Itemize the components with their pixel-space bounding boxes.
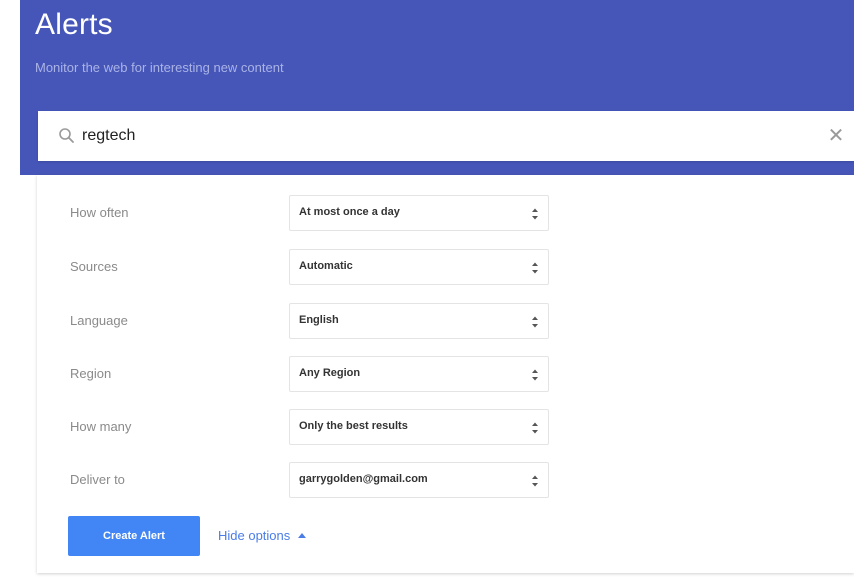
chevron-up-down-icon <box>531 207 539 221</box>
option-row-region: Region Any Region <box>37 355 854 395</box>
create-alert-button[interactable]: Create Alert <box>68 516 200 556</box>
option-value-sources: Automatic <box>299 260 353 272</box>
option-label-deliver-to: Deliver to <box>70 472 125 487</box>
how-many-select[interactable]: Only the best results <box>289 409 549 445</box>
option-row-how-many: How many Only the best results <box>37 408 854 448</box>
chevron-up-down-icon <box>531 261 539 275</box>
hide-options-link[interactable]: Hide options <box>218 528 307 543</box>
option-value-how-many: Only the best results <box>299 420 408 432</box>
chevron-up-down-icon <box>531 474 539 488</box>
page-title: Alerts <box>35 8 113 41</box>
deliver-to-select[interactable]: garrygolden@gmail.com <box>289 462 549 498</box>
option-row-sources: Sources Automatic <box>37 248 854 288</box>
option-label-how-often: How often <box>70 205 129 220</box>
option-value-how-often: At most once a day <box>299 206 400 218</box>
chevron-up-down-icon <box>531 368 539 382</box>
option-label-language: Language <box>70 313 128 328</box>
caret-up-icon <box>298 533 307 538</box>
option-row-how-often: How often At most once a day <box>37 194 854 234</box>
option-row-language: Language English <box>37 302 854 342</box>
search-bar: ✕ <box>38 111 854 161</box>
alerts-page: Alerts Monitor the web for interesting n… <box>0 0 854 583</box>
option-value-region: Any Region <box>299 367 361 379</box>
close-icon[interactable]: ✕ <box>824 124 848 148</box>
how-often-select[interactable]: At most once a day <box>289 195 549 231</box>
option-value-language: English <box>299 314 339 326</box>
option-label-region: Region <box>70 366 112 381</box>
option-value-deliver-to: garrygolden@gmail.com <box>299 473 428 485</box>
option-row-deliver-to: Deliver to garrygolden@gmail.com <box>37 461 854 501</box>
page-subtitle: Monitor the web for interesting new cont… <box>35 60 284 75</box>
search-input[interactable] <box>82 121 782 151</box>
option-label-sources: Sources <box>70 259 118 274</box>
hide-options-label: Hide options <box>218 528 291 543</box>
search-icon <box>57 126 77 146</box>
chevron-up-down-icon <box>531 421 539 435</box>
chevron-up-down-icon <box>531 315 539 329</box>
option-label-how-many: How many <box>70 419 132 434</box>
options-panel: How often At most once a day Sources Aut… <box>37 175 854 573</box>
language-select[interactable]: English <box>289 303 549 339</box>
sources-select[interactable]: Automatic <box>289 249 549 285</box>
region-select[interactable]: Any Region <box>289 356 549 392</box>
